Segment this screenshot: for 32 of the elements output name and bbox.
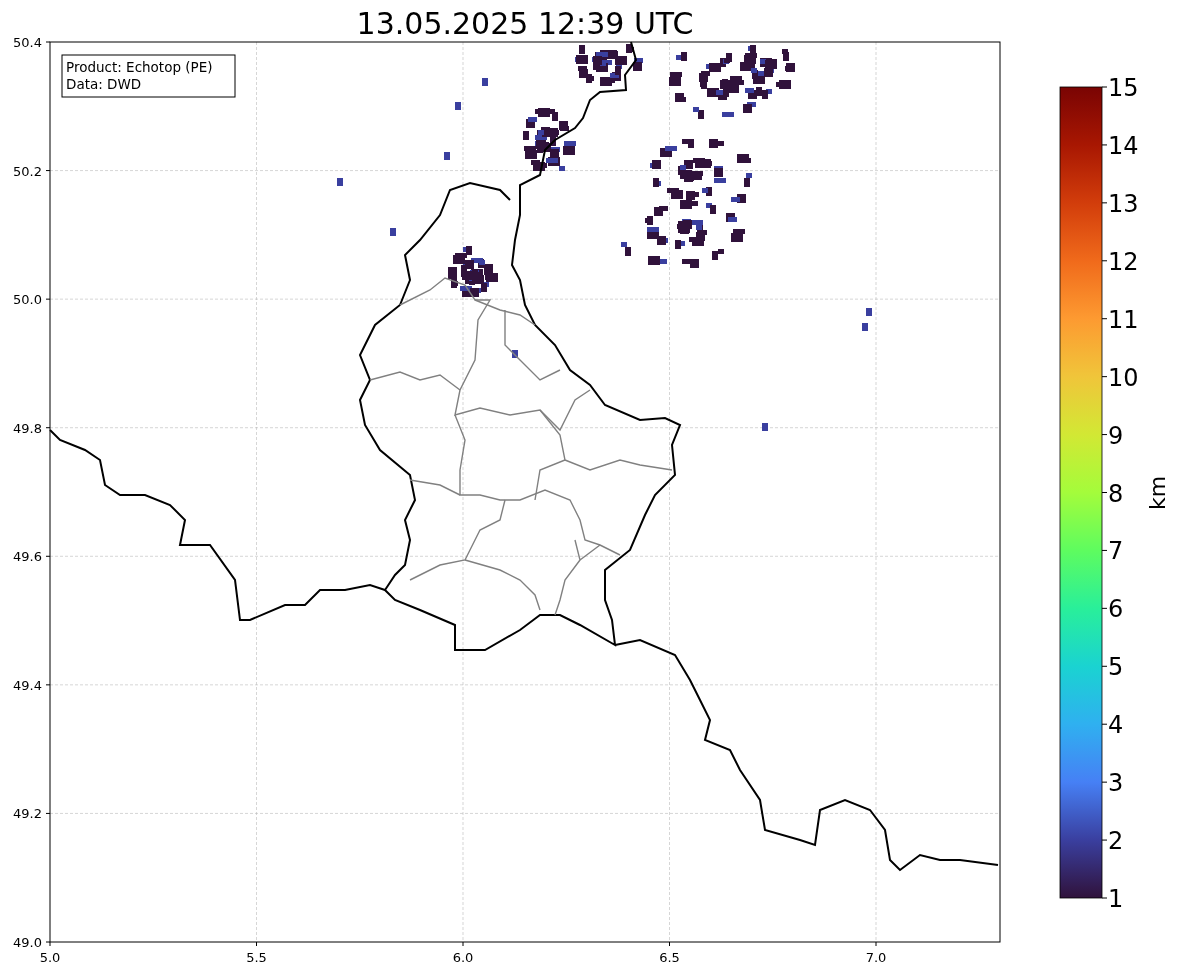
y-tick-label: 49.4 <box>13 677 42 693</box>
colorbar-tick-label: 15 <box>1108 74 1139 102</box>
colorbar-label: km <box>1145 475 1170 511</box>
y-tick-label: 50.2 <box>13 163 42 179</box>
colorbar-tick-label: 5 <box>1108 653 1124 682</box>
x-tick-label: 5.0 <box>39 950 61 965</box>
colorbar-tick-label: 14 <box>1108 131 1139 160</box>
x-tick-label: 5.5 <box>246 950 267 965</box>
y-tick-label: 50.0 <box>13 292 42 308</box>
colorbar-tick-label: 12 <box>1108 247 1139 276</box>
y-tick-label: 50.4 <box>13 35 42 50</box>
info-text: Product: Echotop (PE) <box>66 59 213 75</box>
colorbar-tick-label: 3 <box>1108 769 1124 798</box>
y-tick-label: 49.0 <box>13 935 42 950</box>
colorbar-tick-label: 1 <box>1108 885 1124 913</box>
colorbar-tick-label: 9 <box>1108 421 1124 450</box>
colorbar-tick-label: 6 <box>1108 595 1124 624</box>
y-tick-label: 49.8 <box>13 420 42 436</box>
x-tick-label: 6.5 <box>659 950 680 965</box>
x-tick-label: 6.0 <box>452 950 474 965</box>
colorbar-tick-label: 10 <box>1108 363 1139 392</box>
colorbar-tick-label: 7 <box>1108 537 1124 566</box>
x-tick-label: 7.0 <box>865 950 887 965</box>
colorbar-tick-label: 11 <box>1108 305 1139 334</box>
y-tick-label: 49.6 <box>13 549 42 565</box>
info-text: Data: DWD <box>66 76 142 92</box>
colorbar-tick-label: 4 <box>1108 711 1124 740</box>
colorbar-tick-label: 13 <box>1108 189 1139 218</box>
colorbar-tick-label: 8 <box>1108 479 1124 508</box>
chart-title: 13.05.2025 12:39 UTC <box>356 6 694 41</box>
colorbar-tick-label: 2 <box>1108 827 1124 856</box>
y-tick-label: 49.2 <box>13 806 42 822</box>
